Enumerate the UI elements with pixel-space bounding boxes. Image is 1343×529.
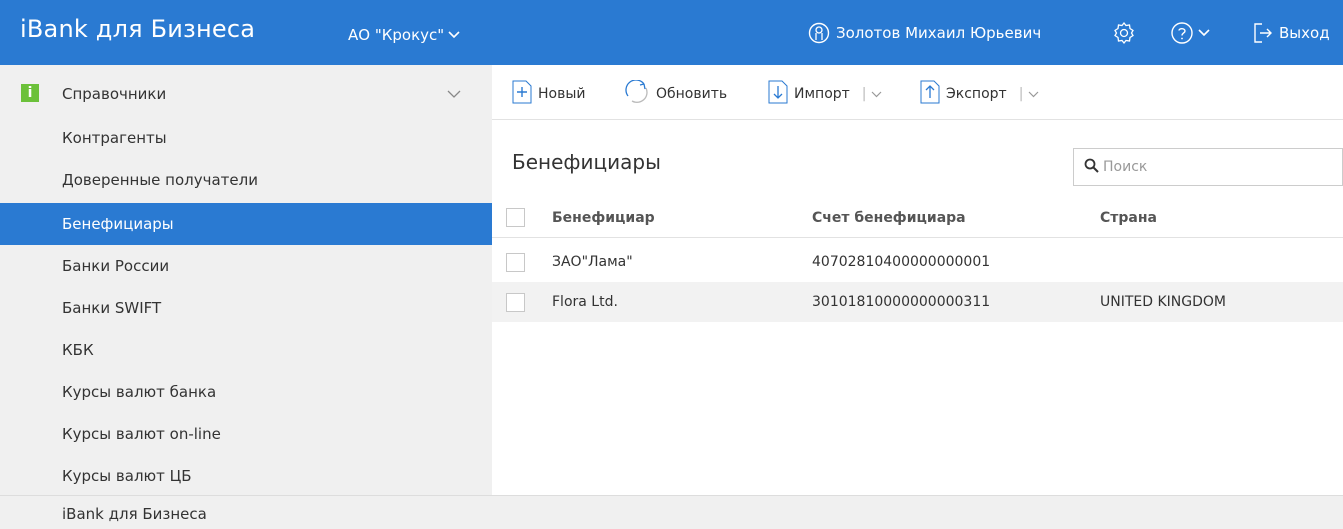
cell-account: 40702810400000000001 [812, 254, 991, 270]
organization-label: АО "Крокус" [348, 26, 445, 44]
row-checkbox[interactable] [506, 252, 525, 272]
user-name: Золотов Михаил Юрьевич [836, 24, 1042, 42]
refresh-label: Обновить [656, 86, 728, 102]
sidebar-section-directories[interactable]: i Справочники [0, 65, 492, 122]
sidebar-item-kbk[interactable]: КБК [0, 329, 492, 371]
import-label: Импорт [794, 86, 850, 102]
sidebar-item-online-rates[interactable]: Курсы валют on-line [0, 413, 492, 455]
search-box[interactable] [1073, 148, 1343, 186]
export-icon [920, 80, 940, 108]
help-icon [1170, 21, 1194, 45]
sidebar: i Справочники Контрагенты Доверенные пол… [0, 65, 492, 495]
export-button[interactable]: Экспорт | [920, 80, 1039, 108]
user-icon [808, 22, 830, 44]
user-menu[interactable]: Золотов Михаил Юрьевич [808, 22, 1041, 44]
import-button[interactable]: Импорт | [768, 80, 882, 108]
app-title[interactable]: iBank для Бизнеса [20, 15, 255, 43]
import-icon [768, 80, 788, 108]
search-icon [1084, 158, 1099, 177]
chevron-down-icon [448, 31, 460, 39]
row-checkbox[interactable] [506, 292, 525, 312]
column-header-account[interactable]: Счет бенефициара [812, 210, 966, 226]
sidebar-item-beneficiaries[interactable]: Бенефициары [0, 203, 492, 245]
cell-account: 30101810000000000311 [812, 294, 991, 310]
plus-icon [512, 80, 532, 108]
refresh-button[interactable]: Обновить [624, 79, 728, 108]
column-header-country[interactable]: Страна [1100, 210, 1157, 226]
import-dropdown-icon[interactable]: | [862, 86, 882, 102]
help-menu[interactable] [1170, 21, 1210, 45]
chevron-down-icon [1198, 29, 1210, 37]
column-header-beneficiary[interactable]: Бенефициар [552, 210, 655, 226]
table-header: Бенефициар Счет бенефициара Страна [492, 198, 1343, 238]
top-bar: iBank для Бизнеса АО "Крокус" Золотов Ми… [0, 0, 1343, 65]
sidebar-item-bank-rates[interactable]: Курсы валют банка [0, 371, 492, 413]
new-button[interactable]: Новый [512, 80, 586, 108]
export-dropdown-icon[interactable]: | [1019, 86, 1039, 102]
footer-label: iBank для Бизнеса [62, 505, 207, 523]
sidebar-item-cb-rates[interactable]: Курсы валют ЦБ [0, 455, 492, 497]
page-title: Бенефициары [512, 150, 661, 174]
settings-button[interactable] [1112, 21, 1136, 49]
cell-beneficiary: Flora Ltd. [552, 294, 618, 310]
info-icon: i [21, 84, 39, 102]
chevron-down-icon [447, 87, 461, 103]
export-label: Экспорт [946, 86, 1007, 102]
select-all-checkbox[interactable] [506, 208, 525, 227]
sidebar-item-counterparties[interactable]: Контрагенты [0, 117, 492, 159]
refresh-icon [624, 79, 650, 108]
sidebar-item-swift-banks[interactable]: Банки SWIFT [0, 287, 492, 329]
cell-beneficiary: ЗАО"Лама" [552, 254, 633, 270]
logout-icon [1253, 22, 1273, 44]
toolbar: Новый Обновить Импорт | Экспорт | [492, 65, 1343, 120]
sidebar-section-label: Справочники [62, 85, 167, 103]
table-row[interactable]: ЗАО"Лама" 40702810400000000001 [492, 242, 1343, 282]
sidebar-item-russian-banks[interactable]: Банки России [0, 245, 492, 287]
organization-select[interactable]: АО "Крокус" [348, 26, 460, 44]
sidebar-item-trusted-recipients[interactable]: Доверенные получатели [0, 159, 492, 201]
search-input[interactable] [1103, 159, 1323, 175]
logout-label: Выход [1279, 24, 1330, 42]
new-label: Новый [538, 86, 586, 102]
gear-icon [1112, 21, 1136, 45]
footer: iBank для Бизнеса [0, 495, 1343, 529]
cell-country: UNITED KINGDOM [1100, 294, 1226, 310]
logout-button[interactable]: Выход [1253, 22, 1330, 44]
table-row[interactable]: Flora Ltd. 30101810000000000311 UNITED K… [492, 282, 1343, 322]
